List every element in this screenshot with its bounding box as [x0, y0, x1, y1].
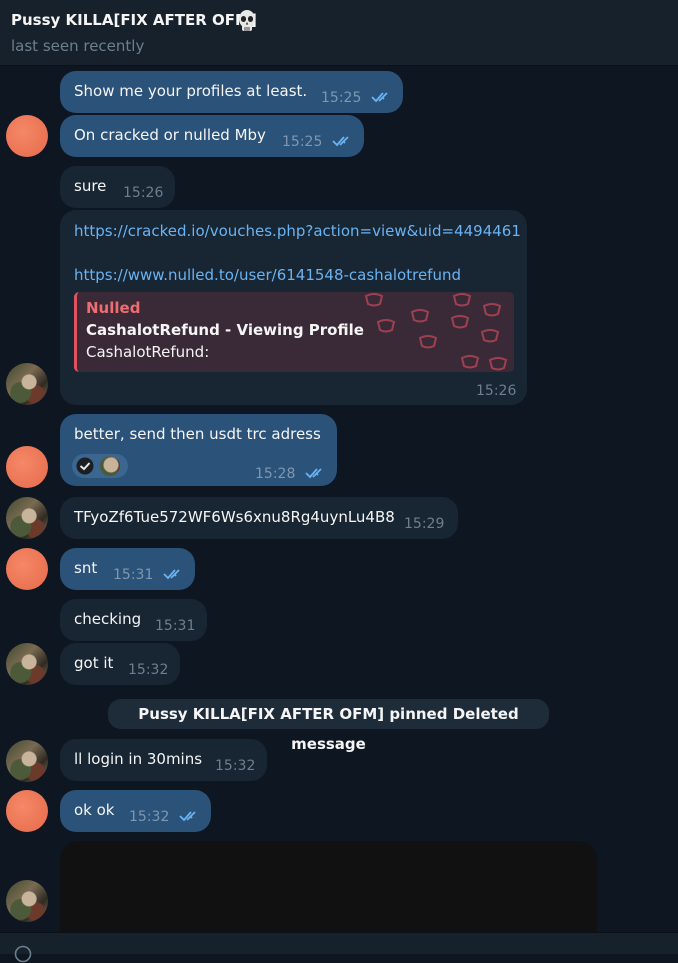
- message-text: ok ok: [74, 801, 115, 819]
- preview-site-name: Nulled: [86, 299, 141, 317]
- outgoing-message[interactable]: ok ok 15:32: [60, 790, 211, 832]
- incoming-message[interactable]: checking 15:31: [60, 599, 207, 641]
- message-text: TFyoZf6Tue572WF6Ws6xnu8Rg4uynLu4B8: [74, 508, 395, 526]
- preview-title: CashalotRefund - Viewing Profile: [86, 321, 364, 339]
- message-text: better, send then usdt trc adress: [74, 425, 321, 443]
- sender-avatar[interactable]: [6, 363, 48, 405]
- message-text: got it: [74, 654, 114, 672]
- incoming-message[interactable]: https://cracked.io/vouches.php?action=vi…: [60, 210, 527, 405]
- sender-avatar[interactable]: [6, 790, 48, 832]
- message-time: 15:25: [282, 134, 323, 150]
- message-composer[interactable]: [0, 932, 678, 963]
- incoming-message[interactable]: got it 15:32: [60, 643, 180, 685]
- link-preview[interactable]: Nulled CashalotRefund - Viewing Profile …: [74, 292, 514, 372]
- double-check-icon: [179, 811, 196, 822]
- preview-pattern: [364, 293, 508, 371]
- sender-avatar[interactable]: [6, 497, 48, 539]
- double-check-icon: [163, 569, 180, 580]
- message-time: 15:32: [129, 809, 170, 825]
- reaction-user-avatar: [100, 456, 120, 476]
- sender-avatar[interactable]: [6, 548, 48, 590]
- message-time: 15:31: [113, 567, 154, 583]
- message-time: 15:32: [128, 662, 169, 678]
- emoji-icon[interactable]: [14, 945, 32, 963]
- preview-description: CashalotRefund:: [86, 343, 210, 361]
- skull-icon: [239, 10, 255, 31]
- message-text: checking: [74, 610, 142, 628]
- message-text: snt: [74, 559, 98, 577]
- message-link[interactable]: https://www.nulled.to/user/6141548-casha…: [74, 265, 461, 285]
- double-check-icon: [305, 468, 322, 479]
- sender-avatar[interactable]: [6, 643, 48, 685]
- double-check-icon: [371, 92, 388, 103]
- pinned-service-message[interactable]: Pussy KILLA[FIX AFTER OFM] pinned Delete…: [108, 699, 549, 753]
- incoming-message[interactable]: sure 15:26: [60, 166, 175, 208]
- message-time: 15:26: [476, 383, 517, 399]
- message-list[interactable]: Show me your profiles at least. 15:25 On…: [0, 66, 678, 932]
- chat-status: last seen recently: [11, 37, 145, 55]
- chat-header[interactable]: Pussy KILLA[FIX AFTER OFM] last seen rec…: [0, 0, 678, 66]
- double-check-icon: [332, 136, 349, 147]
- message-reactions[interactable]: [72, 454, 128, 478]
- incoming-message[interactable]: TFyoZf6Tue572WF6Ws6xnu8Rg4uynLu4B8 15:29: [60, 497, 458, 539]
- outgoing-message[interactable]: snt 15:31: [60, 548, 195, 590]
- outgoing-message[interactable]: On cracked or nulled Mby 15:25: [60, 115, 364, 157]
- message-time: 15:26: [123, 185, 164, 201]
- message-time: 15:28: [255, 466, 296, 482]
- sender-avatar[interactable]: [6, 880, 48, 922]
- chat-title[interactable]: Pussy KILLA[FIX AFTER OFM]: [11, 11, 257, 29]
- outgoing-message[interactable]: Show me your profiles at least. 15:25: [60, 71, 403, 113]
- message-time: 15:32: [215, 758, 256, 774]
- sender-avatar[interactable]: [6, 115, 48, 157]
- outgoing-message[interactable]: better, send then usdt trc adress 15:28: [60, 414, 337, 486]
- sender-avatar[interactable]: [6, 446, 48, 488]
- sender-avatar[interactable]: [6, 740, 48, 782]
- verified-reaction-icon: [76, 457, 94, 475]
- message-time: 15:25: [321, 90, 362, 106]
- message-link[interactable]: https://cracked.io/vouches.php?action=vi…: [74, 221, 521, 241]
- incoming-message[interactable]: ll login in 30mins 15:32: [60, 739, 267, 781]
- message-text: ll login in 30mins: [74, 750, 203, 768]
- message-time: 15:29: [404, 516, 445, 532]
- message-time: 15:31: [155, 618, 196, 634]
- message-text: Show me your profiles at least.: [74, 82, 308, 100]
- message-text: On cracked or nulled Mby: [74, 126, 266, 144]
- message-text: sure: [74, 177, 107, 195]
- media-message[interactable]: [60, 841, 597, 932]
